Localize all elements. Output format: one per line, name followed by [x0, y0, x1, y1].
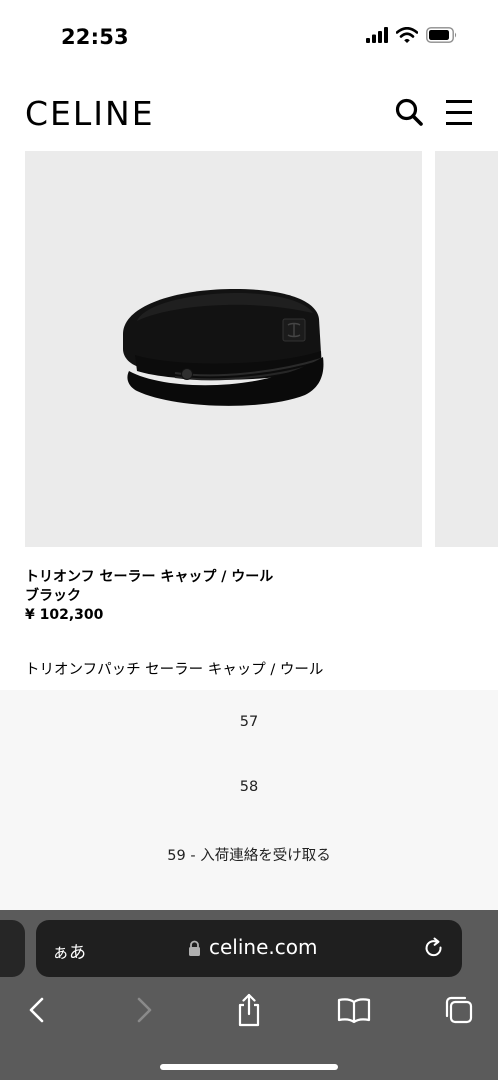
back-icon[interactable]	[19, 992, 55, 1028]
size-option-58[interactable]: 58	[0, 779, 498, 795]
url-domain[interactable]: celine.com	[209, 935, 317, 959]
reload-icon[interactable]	[422, 936, 446, 964]
status-time: 22:53	[61, 25, 129, 49]
tabs-icon[interactable]	[441, 992, 477, 1028]
product-image[interactable]	[25, 151, 422, 547]
browser-toolbar: ぁあ celine.com	[0, 910, 498, 1080]
product-price: ¥ 102,300	[25, 607, 104, 623]
page-settings-button[interactable]: ぁあ	[52, 938, 86, 963]
status-bar: 22:53	[0, 0, 498, 70]
status-icons	[366, 26, 458, 48]
site-header: CELINE	[0, 70, 498, 150]
wifi-icon	[395, 26, 419, 47]
sailor-cap-illustration	[123, 289, 324, 406]
celine-logo[interactable]: CELINE	[25, 94, 155, 133]
size-selection-sheet: 57 58 59 - 入荷連絡を受け取る	[0, 690, 498, 910]
forward-icon[interactable]	[126, 992, 162, 1028]
lock-icon	[188, 940, 201, 961]
size-option-59-notify[interactable]: 59 - 入荷連絡を受け取る	[0, 844, 498, 865]
previous-tab-peek[interactable]	[0, 920, 25, 977]
search-icon[interactable]	[393, 96, 425, 128]
product-color: ブラック	[25, 588, 81, 604]
related-product-name[interactable]: トリオンフパッチ セーラー キャップ / ウール	[25, 660, 323, 680]
battery-icon	[426, 27, 458, 47]
size-option-57[interactable]: 57	[0, 714, 498, 730]
cellular-signal-icon	[366, 27, 388, 47]
product-name[interactable]: トリオンフ セーラー キャップ / ウール	[25, 568, 273, 587]
bookmarks-icon[interactable]	[336, 992, 372, 1028]
address-bar[interactable]: ぁあ celine.com	[36, 920, 462, 977]
share-icon[interactable]	[231, 992, 267, 1028]
hamburger-menu-icon[interactable]	[444, 96, 476, 128]
home-indicator[interactable]	[160, 1064, 338, 1070]
next-product-card[interactable]	[435, 151, 498, 547]
